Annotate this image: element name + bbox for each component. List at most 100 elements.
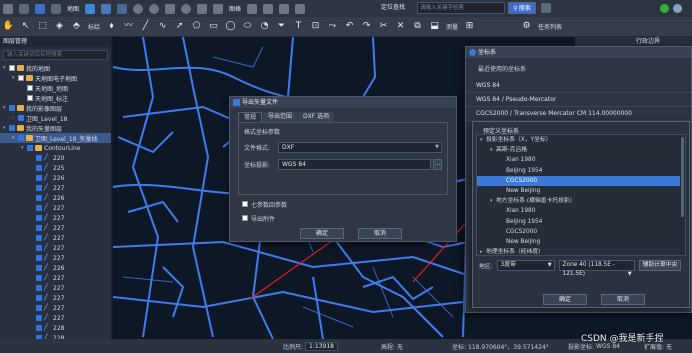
tab-dxf-options[interactable]: DXF 选项 (298, 112, 335, 122)
layer-checkbox[interactable] (27, 145, 33, 151)
crs-browse-button[interactable]: … (433, 159, 442, 170)
scrollbar-thumb[interactable] (681, 137, 684, 217)
crs-tree-item[interactable]: ▾ 地方坐标系 (横轴墨卡托投影) (477, 196, 685, 206)
layer-checkbox[interactable] (36, 315, 42, 321)
edit-node-icon[interactable]: ◈ (54, 21, 65, 32)
cut-icon[interactable]: ✂ (378, 21, 389, 32)
layer-checkbox[interactable] (36, 285, 42, 291)
export-cancel-button[interactable]: 取消 (358, 228, 402, 239)
layer-tree-item[interactable]: ╱ 227 (0, 223, 111, 233)
layer-tree-item[interactable]: ▾ 我的地图 (0, 63, 111, 73)
window-icon[interactable] (213, 3, 224, 14)
layer-tree-item[interactable]: 天地图_标注 (0, 93, 111, 103)
crs-tree-item[interactable]: Beijing 1954 (477, 166, 685, 176)
crs-tree-item[interactable]: ▸ 地理坐标系（经纬度） (477, 247, 685, 255)
recent-crs-item[interactable]: CGCS2000 / Transverse Mercator CM 114.00… (466, 107, 691, 121)
layer-checkbox[interactable] (36, 175, 42, 181)
plot-icon[interactable] (117, 3, 128, 14)
layer-tree-item[interactable]: ▾ 我的影像图层 (0, 103, 111, 113)
layer-checkbox[interactable] (18, 115, 24, 121)
zone-type-select[interactable]: 3度带 ▼ (496, 260, 555, 271)
predefined-ok-button[interactable]: 确定 (543, 294, 587, 305)
arrow-draw-icon[interactable]: ➚ (174, 21, 185, 32)
layer-checkbox[interactable] (27, 85, 33, 91)
layer-tree-item[interactable]: ▾ ContourLine (0, 143, 111, 153)
undo-icon[interactable]: ↶ (344, 21, 355, 32)
image-icon[interactable] (85, 3, 96, 14)
crs-tree-item[interactable]: ▾ 投影坐标系（X，Y坐标） (477, 135, 685, 145)
task-list-label[interactable]: 任务列表 (538, 22, 562, 31)
pointer-icon[interactable]: ↖ (20, 21, 31, 32)
select-icon[interactable]: ⬚ (37, 21, 48, 32)
freehand-icon[interactable]: ∿ (157, 21, 168, 32)
layer-tree-item[interactable]: ╱ 228 (0, 323, 111, 333)
layer-tree-item[interactable]: ╱ 227 (0, 213, 111, 223)
brush-icon[interactable] (295, 3, 306, 14)
menu-grid[interactable]: 图格 (229, 4, 241, 13)
share-icon[interactable] (279, 3, 290, 14)
crs-tree-item[interactable]: Beijing 1954 (477, 217, 685, 227)
recent-crs-item[interactable]: WGS 84 (466, 79, 691, 93)
layer-tree-item[interactable]: ╱ 226 (0, 193, 111, 203)
crs-list-scrollbar[interactable] (680, 135, 685, 255)
layer-tree-item[interactable]: ╱ 226 (0, 263, 111, 273)
layer-tree-item[interactable]: ▾ 卫图_Level_18_矢量线 (0, 133, 111, 143)
layer-tree-item[interactable]: ╱ 225 (0, 163, 111, 173)
layer-tree-item[interactable]: › 卫图_Level_18 (0, 113, 111, 123)
sector-icon[interactable]: ◔ (259, 21, 270, 32)
measure-icon[interactable]: ⊞ (464, 21, 475, 32)
seven-param-option[interactable]: 七参数四参数 (242, 199, 456, 209)
layer-checkbox[interactable] (36, 195, 42, 201)
ellipse-icon[interactable]: ⬭ (242, 21, 253, 32)
layer-tree-item[interactable]: ╱ 227 (0, 293, 111, 303)
marker-icon[interactable]: ⬧ (106, 21, 117, 32)
table-icon[interactable] (247, 3, 258, 14)
layer-checkbox[interactable] (36, 205, 42, 211)
redo-icon[interactable]: ↷ (361, 21, 372, 32)
panel-toggle-icon[interactable] (541, 3, 551, 13)
layer-checkbox[interactable] (27, 95, 33, 101)
layer-tree-item[interactable]: 天地图_地图 (0, 83, 111, 93)
layer-tree-item[interactable]: ╱ 227 (0, 303, 111, 313)
layer-checkbox[interactable] (36, 165, 42, 171)
calc-meridian-button[interactable]: 辅助计算中央 (638, 260, 682, 271)
layer-tool-icon[interactable] (35, 3, 45, 14)
crs-tree-item[interactable]: Xian 1980 (477, 155, 685, 165)
polygon-icon[interactable]: ⬠ (191, 21, 202, 32)
save-icon[interactable] (263, 3, 274, 14)
layer-checkbox[interactable] (36, 185, 42, 191)
layer-checkbox[interactable] (36, 235, 42, 241)
vertex-icon[interactable]: ⬘ (71, 21, 82, 32)
text-icon[interactable]: T (293, 21, 304, 32)
zoom-out-icon[interactable] (149, 3, 160, 14)
crs-input[interactable]: WGS 84 (278, 159, 431, 170)
layer-tree-item[interactable]: ╱ 227 (0, 253, 111, 263)
layer-tree-item[interactable]: ╱ 227 (0, 233, 111, 243)
layer-tree-item[interactable]: ╱ 227 (0, 273, 111, 283)
layer-tree-item[interactable]: ╱ 227 (0, 203, 111, 213)
crs-tree-item[interactable]: New Beijing (477, 237, 685, 247)
layer-checkbox[interactable] (36, 155, 42, 161)
map-tool-icon[interactable] (51, 3, 61, 14)
layer-checkbox[interactable] (9, 65, 15, 71)
layer-checkbox[interactable] (36, 265, 42, 271)
layer-checkbox[interactable] (36, 325, 42, 331)
layer-tree-item[interactable]: ╱ 220 (0, 153, 111, 163)
label-icon[interactable]: ⊡ (310, 21, 321, 32)
layer-tree-item[interactable]: ╱ 227 (0, 313, 111, 323)
search-button[interactable]: ⚲ 搜索 (508, 2, 536, 14)
polyline-icon[interactable]: 〰 (123, 21, 134, 32)
menu-map[interactable]: 地图 (67, 4, 79, 13)
pan-tool-icon[interactable] (3, 3, 13, 14)
layer-checkbox[interactable] (18, 135, 24, 141)
tab-export-range[interactable]: 导出范围 (263, 112, 298, 122)
recent-crs-item[interactable]: WGS 84 / Pseudo-Mercator (466, 93, 691, 107)
layer-tree-item[interactable]: ▾ 我的矢量图层 (0, 123, 111, 133)
crs-tree-item[interactable]: New Beijing (477, 186, 685, 196)
layer-tree-item[interactable]: ▾ 天地图电子地图 (0, 73, 111, 83)
layer-checkbox[interactable] (36, 255, 42, 261)
layer-checkbox[interactable] (9, 105, 15, 111)
funnel-icon[interactable]: ⏷ (276, 21, 287, 32)
layer-checkbox[interactable] (36, 275, 42, 281)
line-icon[interactable]: ╱ (140, 21, 151, 32)
